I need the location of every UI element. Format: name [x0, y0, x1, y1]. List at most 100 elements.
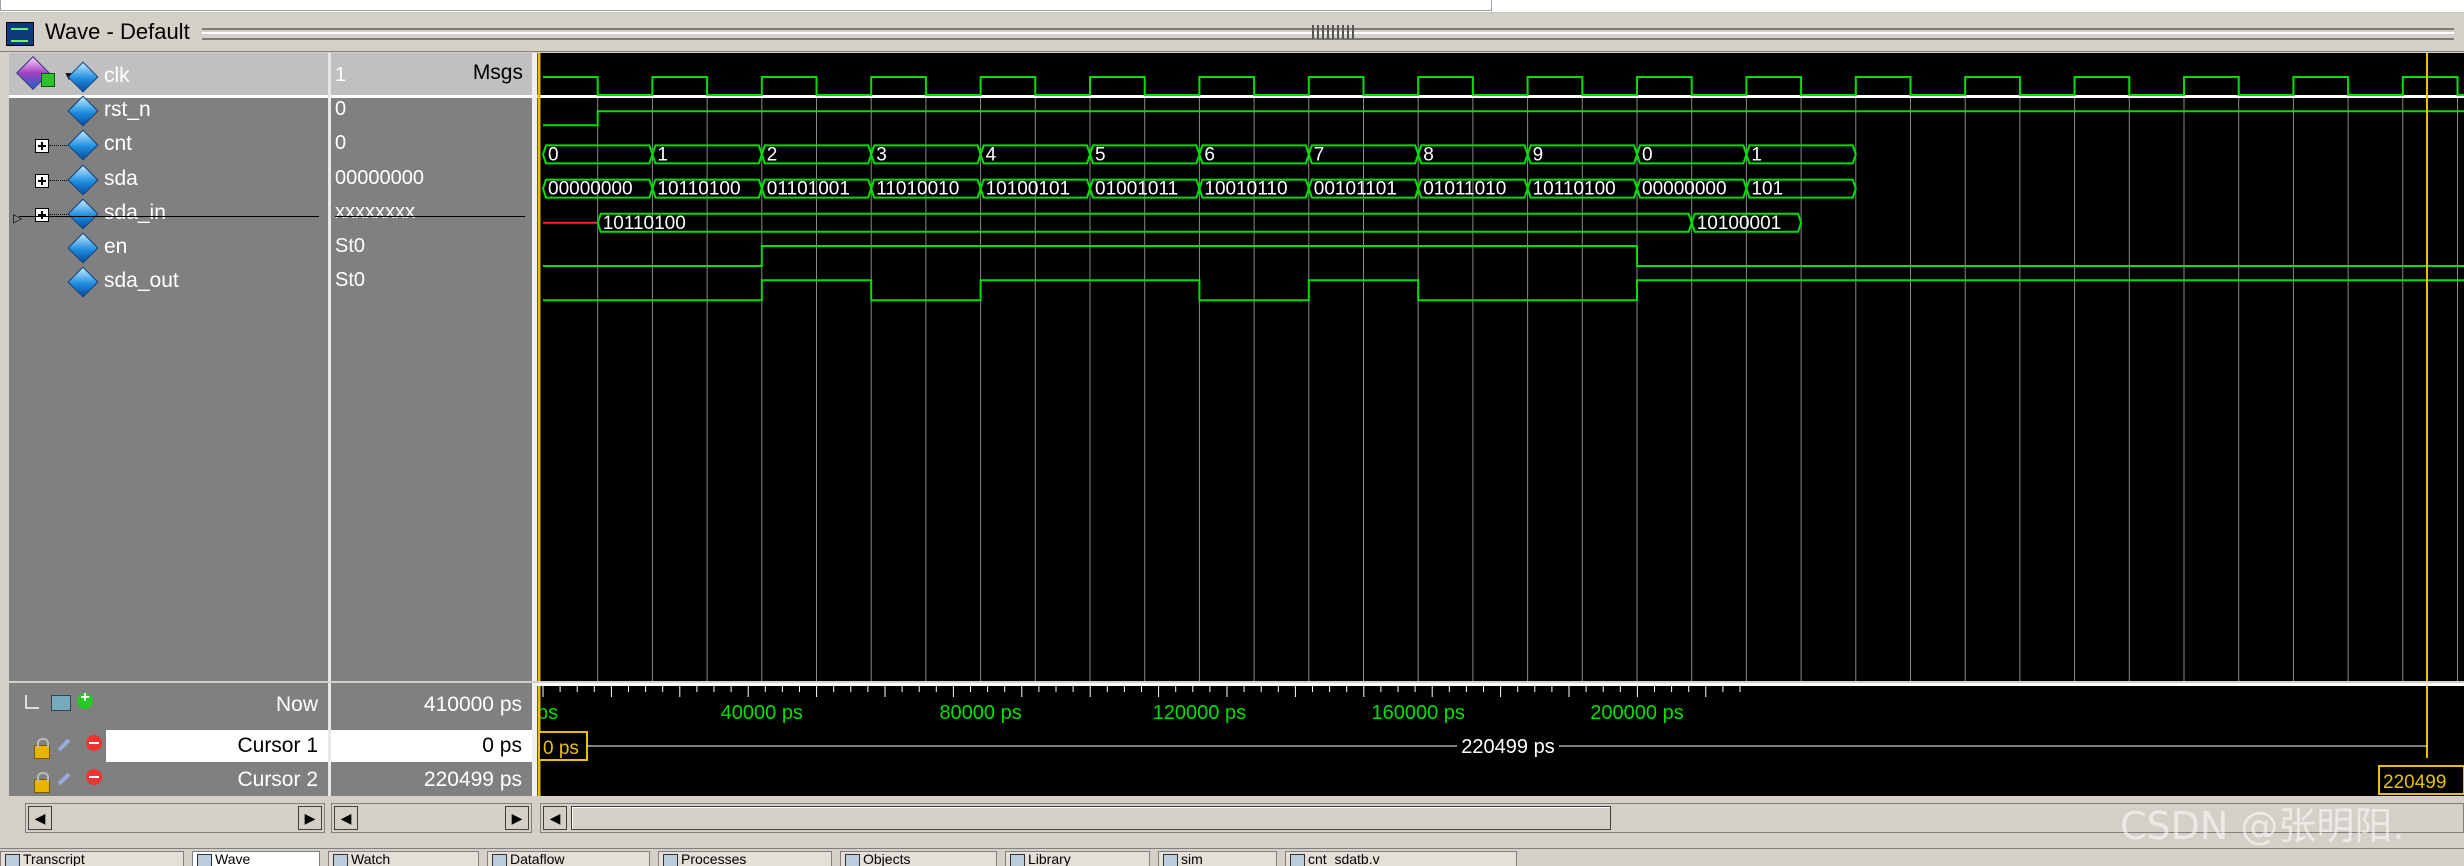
cursor-delta-label: 220499 ps — [1461, 736, 1554, 758]
tab-sim[interactable]: sim — [1158, 851, 1277, 866]
tab-processes[interactable]: Processes — [658, 851, 832, 866]
signal-value-sda_out: St0 — [335, 269, 366, 292]
tab-wave[interactable]: Wave — [192, 851, 320, 866]
tab-label: Objects — [863, 851, 911, 866]
cursor2-value: 220499 ps — [423, 768, 522, 791]
signal-row-sda_out[interactable]: sda_out — [9, 265, 328, 299]
tab-cnt-sdatb-v[interactable]: cnt_sdatb.v — [1285, 851, 1517, 866]
signal-name-pane[interactable]: ▼ clkrst_ncntsdasda_inensda_out ▷ — [9, 53, 328, 681]
expand-icon[interactable] — [35, 173, 49, 188]
cnt-label: 3 — [876, 144, 887, 165]
signal-name: sda_in — [104, 200, 166, 224]
window-tab-bar: Transcript Wave Watch Dataflow Processes Obje… — [0, 848, 2464, 866]
cursor2-lock-icon[interactable] — [34, 772, 50, 793]
wave-window-titlebar[interactable]: Wave - Default — [0, 13, 2464, 52]
cnt-label: 4 — [986, 144, 997, 165]
signal-row-sda_in[interactable]: sda_in — [9, 197, 328, 231]
cursor1-value: 0 ps — [482, 734, 522, 757]
cursor1-edit-icon[interactable] — [57, 738, 71, 752]
signal-row-rst_n[interactable]: rst_n — [9, 94, 328, 128]
sda-label: 10110100 — [1533, 179, 1616, 200]
now-window-icon[interactable] — [51, 695, 71, 711]
cursor1-lock-icon[interactable] — [34, 738, 50, 759]
signal-row-cnt[interactable]: cnt — [9, 128, 328, 162]
cursor1-label[interactable]: Cursor 1 — [237, 734, 318, 758]
sda-label: 00000000 — [548, 179, 633, 200]
tab-label: Dataflow — [510, 851, 565, 866]
tab-label: Watch — [351, 851, 391, 866]
signal-row-clk[interactable]: clk — [9, 60, 328, 94]
rst-n-wave — [543, 110, 2464, 127]
cnt-label: 8 — [1423, 144, 1434, 165]
wave-window-icon — [6, 22, 34, 46]
timeline-cursor-pane[interactable]: ps 40000 ps 80000 ps 120000 ps 160000 ps 2000… — [537, 683, 2464, 796]
cnt-label: 9 — [1533, 144, 1544, 165]
add-cursor-icon[interactable] — [77, 689, 93, 709]
scroll-right-icon[interactable]: ▶ — [505, 806, 529, 830]
signal-icon — [67, 95, 99, 127]
cursor2-label[interactable]: Cursor 2 — [237, 768, 318, 792]
sda-label: 00101101 — [1314, 179, 1397, 200]
scroll-left-icon[interactable]: ◀ — [28, 806, 52, 830]
pane-splitter-3[interactable] — [328, 683, 331, 796]
timeline-tick-label: 120000 ps — [1153, 702, 1246, 724]
tab-label: sim — [1181, 851, 1203, 866]
signal-row-en[interactable]: en — [9, 231, 328, 265]
waveform-pane[interactable]: 0 1 2 3 4 5 6 7 8 9 0 1 00000000 10110100 01101001 1101… — [537, 53, 2464, 681]
cursor1-marker-label: 0 ps — [543, 738, 579, 759]
signal-value-sda_in: xxxxxxxx — [335, 200, 415, 223]
tab-label: Processes — [681, 851, 747, 866]
end-marker-icon: ▷ — [13, 211, 23, 225]
names-hscrollbar[interactable]: ◀ ▶ — [25, 803, 325, 833]
scroll-right-icon[interactable]: ▶ — [298, 806, 322, 830]
waveform-canvas[interactable]: 0 1 2 3 4 5 6 7 8 9 0 1 00000000 10110100 01101001 1101… — [537, 53, 2464, 681]
value-pane-header: Msgs — [331, 53, 532, 98]
signal-name: cnt — [104, 132, 133, 156]
scroll-left-icon[interactable]: ◀ — [543, 806, 567, 830]
signal-value-sda: 00000000 — [335, 166, 424, 189]
tab-objects[interactable]: Objects — [840, 851, 997, 866]
signal-row-sda[interactable]: sda — [9, 163, 328, 197]
top-panel-edge — [0, 0, 1492, 11]
tab-transcript[interactable]: Transcript — [0, 851, 184, 866]
tab-library[interactable]: Library — [1005, 851, 1150, 866]
tab-icon — [5, 854, 20, 866]
now-label: Now — [275, 693, 318, 716]
sda-label: 11010010 — [876, 179, 959, 200]
signal-icon — [67, 129, 99, 161]
cursor2-edit-icon[interactable] — [57, 772, 71, 786]
tab-label: cnt_sdatb.v — [1308, 851, 1380, 866]
tab-icon — [333, 854, 348, 866]
sda-label: 01101001 — [767, 179, 850, 200]
scroll-left-icon[interactable]: ◀ — [334, 806, 358, 830]
sda-label: 00000000 — [1642, 179, 1727, 200]
msgs-column-label: Msgs — [472, 61, 523, 84]
timeline-canvas[interactable]: ps 40000 ps 80000 ps 120000 ps 160000 ps 2000… — [537, 683, 2464, 796]
timeline-tick-label: 200000 ps — [1590, 702, 1683, 724]
values-hscrollbar[interactable]: ◀ ▶ — [331, 803, 532, 833]
wave-scroll-thumb[interactable] — [571, 806, 1611, 830]
tab-icon — [663, 854, 678, 866]
expand-icon[interactable] — [35, 207, 49, 222]
signal-icon — [67, 61, 99, 93]
signal-name: clk — [104, 64, 130, 87]
signal-name: sda — [104, 166, 138, 190]
tab-icon — [845, 854, 860, 866]
cnt-label: 1 — [1751, 144, 1762, 165]
signal-icon — [67, 266, 99, 298]
tab-icon — [1010, 854, 1025, 866]
tab-watch[interactable]: Watch — [328, 851, 479, 866]
signal-icon — [67, 232, 99, 264]
cursor2-delete-icon[interactable] — [86, 769, 102, 785]
titlebar-drag-handle[interactable] — [1312, 25, 1356, 39]
signal-value-pane[interactable]: Msgs 1 0 0 00000000 xxxxxxxx St0 St0 — [331, 53, 532, 681]
tab-icon — [1163, 854, 1178, 866]
expand-icon[interactable] — [35, 139, 49, 154]
tab-dataflow[interactable]: Dataflow — [487, 851, 650, 866]
tab-label: Transcript — [23, 851, 85, 866]
sda-in-label: 10100001 — [1697, 213, 1782, 234]
signal-icon — [67, 198, 99, 230]
cursor1-delete-icon[interactable] — [86, 735, 102, 751]
cursor2-marker-label: 220499 — [2383, 772, 2446, 793]
cnt-label: 6 — [1204, 144, 1215, 165]
